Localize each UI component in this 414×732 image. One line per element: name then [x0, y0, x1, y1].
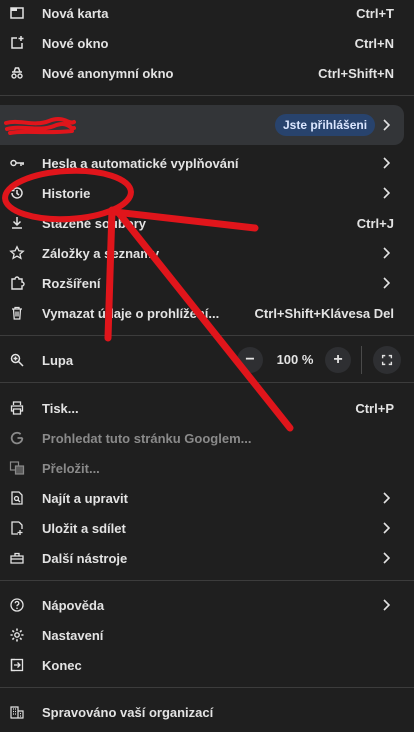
menu-item-label: Nové okno — [42, 35, 109, 51]
chevron-right-icon — [383, 119, 390, 131]
help-icon — [9, 597, 25, 613]
find-icon — [9, 490, 25, 506]
chevron-right-icon — [383, 277, 390, 289]
history-icon — [9, 185, 25, 201]
menu-item-find-edit[interactable]: Najít a upravit — [0, 483, 414, 513]
menu-item-label: Další nástroje — [42, 550, 128, 566]
chevron-right-icon — [383, 492, 390, 504]
menu-item-label: Konec — [42, 657, 82, 673]
menu-item-save-share[interactable]: Uložit a sdílet — [0, 513, 414, 543]
menu-item-label: Nové anonymní okno — [42, 65, 174, 81]
zoom-out-button[interactable]: − — [237, 347, 263, 373]
chevron-right-icon — [383, 157, 390, 169]
new-window-icon — [9, 35, 25, 51]
divider — [0, 382, 414, 383]
divider — [361, 346, 362, 374]
menu-item-label: Tisk... — [42, 400, 79, 416]
shortcut-text: Ctrl+P — [355, 400, 394, 416]
menu-item-more-tools[interactable]: Další nástroje — [0, 543, 414, 573]
chevron-right-icon — [383, 599, 390, 611]
fullscreen-icon — [381, 354, 393, 366]
google-icon — [9, 430, 25, 446]
translate-icon — [9, 460, 25, 476]
menu-item-extensions[interactable]: Rozšíření — [0, 268, 414, 298]
zoom-in-button[interactable]: + — [325, 347, 351, 373]
new-tab-icon — [9, 5, 25, 21]
menu-item-print[interactable]: Tisk... Ctrl+P — [0, 393, 414, 423]
menu-item-incognito[interactable]: Nové anonymní okno Ctrl+Shift+N — [0, 58, 414, 88]
exit-icon — [9, 657, 25, 673]
menu-item-exit[interactable]: Konec — [0, 650, 414, 680]
shortcut-text: Ctrl+Shift+N — [318, 65, 394, 81]
menu-item-new-window[interactable]: Nové okno Ctrl+N — [0, 28, 414, 58]
menu-item-translate: Přeložit... — [0, 453, 414, 483]
menu-item-label: Najít a upravit — [42, 490, 128, 506]
divider — [0, 95, 414, 96]
zoom-level: 100 % — [276, 352, 314, 367]
menu-item-label: Prohledat tuto stránku Googlem... — [42, 430, 252, 446]
menu-item-label: Historie — [42, 185, 91, 201]
trash-icon — [9, 305, 25, 321]
menu-item-help[interactable]: Nápověda — [0, 590, 414, 620]
menu-item-new-tab[interactable]: Nová karta Ctrl+T — [0, 0, 414, 28]
menu-item-label: Rozšíření — [42, 275, 101, 291]
menu-item-label: Přeložit... — [42, 460, 100, 476]
menu-item-passwords[interactable]: Hesla a automatické vyplňování — [0, 148, 414, 178]
menu-item-history[interactable]: Historie — [0, 178, 414, 208]
incognito-icon — [9, 65, 25, 81]
menu-item-label: Lupa — [42, 352, 74, 368]
menu-item-label: Nastavení — [42, 627, 104, 643]
print-icon — [9, 400, 25, 416]
shortcut-text: Ctrl+Shift+Klávesa Del — [254, 305, 394, 321]
chevron-right-icon — [383, 522, 390, 534]
menu-item-clear-data[interactable]: Vymazat údaje o prohlížení... Ctrl+Shift… — [0, 298, 414, 328]
menu-item-label: Stažené soubory — [42, 215, 147, 231]
redacted-name-scribble — [4, 117, 76, 135]
menu-item-settings[interactable]: Nastavení — [0, 620, 414, 650]
menu-item-label: Uložit a sdílet — [42, 520, 126, 536]
menu-item-label: Záložky a seznamy — [42, 245, 160, 261]
download-icon — [9, 215, 25, 231]
toolbox-icon — [9, 550, 25, 566]
menu-item-label: Spravováno vaší organizací — [42, 704, 214, 720]
menu-item-search-page: Prohledat tuto stránku Googlem... — [0, 423, 414, 453]
divider — [0, 580, 414, 581]
chevron-right-icon — [383, 247, 390, 259]
menu-item-label: Hesla a automatické vyplňování — [42, 155, 239, 171]
menu-item-zoom: Lupa — [0, 345, 414, 375]
shortcut-text: Ctrl+N — [354, 35, 394, 51]
fullscreen-button[interactable] — [373, 346, 401, 374]
divider — [0, 335, 414, 336]
menu-item-bookmarks[interactable]: Záložky a seznamy — [0, 238, 414, 268]
puzzle-icon — [9, 275, 25, 291]
shortcut-text: Ctrl+J — [356, 215, 394, 231]
menu-item-label: Vymazat údaje o prohlížení... — [42, 305, 220, 321]
star-icon — [9, 245, 25, 261]
shortcut-text: Ctrl+T — [356, 5, 394, 21]
chevron-right-icon — [383, 187, 390, 199]
signed-in-badge[interactable]: Jste přihlášeni — [275, 114, 376, 136]
menu-item-downloads[interactable]: Stažené soubory Ctrl+J — [0, 208, 414, 238]
organization-icon — [9, 704, 25, 720]
menu-item-label: Nová karta — [42, 5, 109, 21]
key-icon — [9, 155, 25, 171]
menu-item-managed[interactable]: Spravováno vaší organizací — [0, 697, 414, 727]
menu-item-label: Nápověda — [42, 597, 105, 613]
chevron-right-icon — [383, 552, 390, 564]
save-share-icon — [9, 520, 25, 536]
zoom-icon — [9, 352, 25, 368]
gear-icon — [9, 627, 25, 643]
divider — [0, 687, 414, 688]
